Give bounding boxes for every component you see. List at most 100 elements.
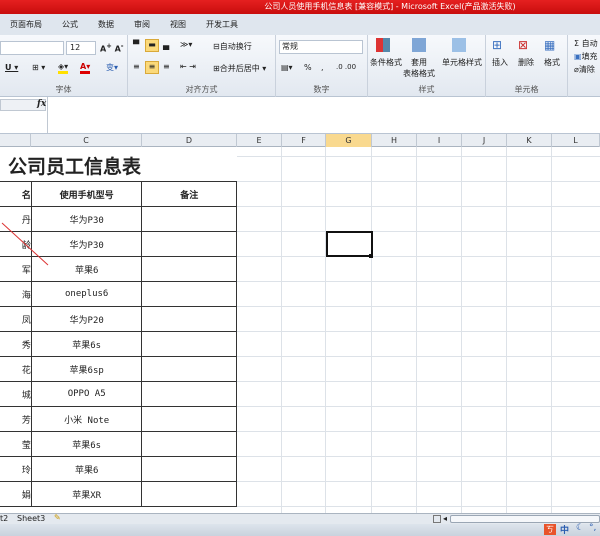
- insert-sheet-icon[interactable]: ✎: [54, 513, 61, 522]
- align-center-icon[interactable]: ≡: [145, 61, 159, 74]
- clear-button[interactable]: ⌀清除: [574, 64, 595, 75]
- table-cell[interactable]: 娟: [0, 481, 32, 507]
- table-cell[interactable]: 苹果XR: [30, 481, 143, 507]
- header-cell[interactable]: 使用手机型号: [30, 181, 143, 207]
- table-cell[interactable]: 花: [0, 356, 32, 382]
- cell-styles-button[interactable]: 单元格样式: [442, 57, 482, 68]
- column-header[interactable]: I: [417, 134, 462, 147]
- table-cell[interactable]: [141, 331, 237, 357]
- font-size-select[interactable]: 12: [66, 41, 96, 55]
- column-header[interactable]: K: [507, 134, 552, 147]
- align-top-icon[interactable]: ▀: [133, 40, 139, 49]
- sheet-tab[interactable]: Sheet3: [17, 514, 45, 523]
- table-cell[interactable]: 苹果6s: [30, 331, 143, 357]
- title-cell[interactable]: 公司员工信息表: [0, 147, 237, 181]
- table-cell[interactable]: 苹果6sp: [30, 356, 143, 382]
- align-bottom-icon[interactable]: ▄: [163, 41, 169, 50]
- border-icon[interactable]: ⊞ ▾: [32, 63, 45, 72]
- column-header[interactable]: D: [142, 134, 237, 147]
- fill-color-icon[interactable]: ◈▾: [58, 62, 69, 74]
- fill-handle[interactable]: [369, 254, 373, 258]
- orientation-icon[interactable]: ≫▾: [180, 40, 192, 49]
- phonetic-icon[interactable]: 变▾: [106, 62, 118, 73]
- table-cell[interactable]: 秀: [0, 331, 32, 357]
- indent-icon[interactable]: ⇤ ⇥: [180, 62, 196, 71]
- fx-icon[interactable]: fx: [37, 99, 46, 109]
- autosum-button[interactable]: Σ 自动: [574, 38, 598, 49]
- table-cell[interactable]: 华为P20: [30, 306, 143, 332]
- number-format-select[interactable]: 常规: [279, 40, 363, 54]
- column-header[interactable]: L: [552, 134, 600, 147]
- table-cell[interactable]: 苹果6s: [30, 431, 143, 457]
- conditional-format-button[interactable]: 条件格式: [370, 57, 402, 68]
- table-cell[interactable]: [141, 306, 237, 332]
- grow-font-icon[interactable]: A+ A-: [100, 42, 124, 54]
- tab-page-layout[interactable]: 页面布局: [10, 19, 42, 30]
- wrap-text-button[interactable]: ⊟自动换行: [213, 41, 252, 52]
- percent-button[interactable]: %: [304, 63, 312, 72]
- scroll-left-icon[interactable]: ◂: [443, 514, 447, 523]
- column-header-b[interactable]: [0, 134, 31, 147]
- table-cell[interactable]: 凤: [0, 306, 32, 332]
- column-header-active[interactable]: G: [326, 134, 372, 147]
- table-cell[interactable]: 海: [0, 281, 32, 307]
- table-cell[interactable]: 小米 Note: [30, 406, 143, 432]
- header-cell[interactable]: 名: [0, 181, 32, 207]
- tab-view[interactable]: 视图: [170, 19, 186, 30]
- merge-center-button[interactable]: ⊞合并后居中 ▾: [213, 63, 266, 74]
- sheet-tab[interactable]: t2: [0, 514, 8, 523]
- table-cell[interactable]: OPPO A5: [30, 381, 143, 407]
- split-handle[interactable]: [433, 515, 441, 523]
- currency-icon[interactable]: ▤▾: [281, 63, 293, 72]
- underline-icon[interactable]: U ▾: [5, 63, 18, 72]
- column-header[interactable]: F: [282, 134, 326, 147]
- decimal-icon[interactable]: .0 .00: [336, 63, 356, 71]
- table-cell[interactable]: [141, 281, 237, 307]
- table-cell[interactable]: 玲: [0, 456, 32, 482]
- column-header[interactable]: E: [237, 134, 282, 147]
- table-cell[interactable]: [141, 406, 237, 432]
- table-cell[interactable]: [141, 456, 237, 482]
- table-format-button[interactable]: 套用 表格格式: [403, 57, 435, 79]
- column-header[interactable]: H: [372, 134, 417, 147]
- table-cell[interactable]: [141, 256, 237, 282]
- table-cell[interactable]: [141, 231, 237, 257]
- align-right-icon[interactable]: ≡: [163, 62, 170, 71]
- tab-data[interactable]: 数据: [98, 19, 114, 30]
- table-cell[interactable]: [141, 431, 237, 457]
- font-name-select[interactable]: [0, 41, 64, 55]
- formula-input[interactable]: [47, 97, 600, 133]
- ime-mode[interactable]: 中: [560, 523, 569, 536]
- column-header[interactable]: C: [31, 134, 142, 147]
- table-cell[interactable]: 苹果6: [30, 456, 143, 482]
- table-cell[interactable]: [141, 481, 237, 507]
- ime-logo-icon[interactable]: ㄎ: [544, 524, 556, 535]
- align-middle-icon[interactable]: ▬: [145, 39, 159, 52]
- format-button[interactable]: 格式: [544, 57, 560, 68]
- table-cell[interactable]: [141, 356, 237, 382]
- fill-button[interactable]: ▣填充: [574, 51, 598, 62]
- worksheet-grid[interactable]: 公司员工信息表 名使用手机型号备注丹华为P30龄华为P30军苹果6海oneplu…: [0, 147, 600, 513]
- delete-button[interactable]: 删除: [518, 57, 534, 68]
- table-row: 秀苹果6s: [0, 331, 237, 357]
- table-cell[interactable]: oneplus6: [30, 281, 143, 307]
- align-left-icon[interactable]: ≡: [133, 62, 140, 71]
- horizontal-scrollbar[interactable]: [450, 515, 600, 523]
- insert-button[interactable]: 插入: [492, 57, 508, 68]
- title-bar: 公司人员使用手机信息表 [兼容模式] - Microsoft Excel(产品激…: [0, 0, 600, 14]
- tab-review[interactable]: 审阅: [134, 19, 150, 30]
- font-color-icon[interactable]: A▾: [80, 62, 91, 74]
- header-cell[interactable]: 备注: [141, 181, 237, 207]
- table-cell[interactable]: 莹: [0, 431, 32, 457]
- column-header[interactable]: J: [462, 134, 507, 147]
- moon-icon[interactable]: ☾: [576, 523, 584, 533]
- comma-button[interactable]: ,: [321, 63, 324, 72]
- punctuation-icon[interactable]: °,: [589, 523, 596, 533]
- tab-developer[interactable]: 开发工具: [206, 19, 238, 30]
- selected-cell[interactable]: [326, 231, 373, 257]
- tab-formulas[interactable]: 公式: [62, 19, 78, 30]
- table-cell[interactable]: [141, 206, 237, 232]
- table-cell[interactable]: [141, 381, 237, 407]
- table-cell[interactable]: 芳: [0, 406, 32, 432]
- table-cell[interactable]: 城: [0, 381, 32, 407]
